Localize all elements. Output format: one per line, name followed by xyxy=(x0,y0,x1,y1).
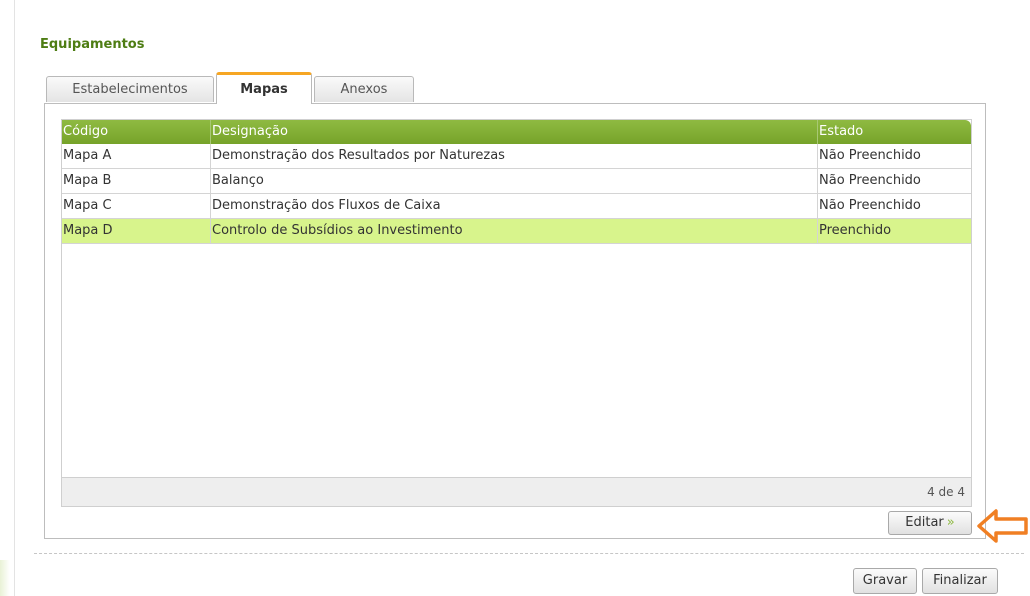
cell-designacao: Balanço xyxy=(211,169,818,193)
cell-codigo: Mapa B xyxy=(62,169,211,193)
arrow-left-icon xyxy=(977,509,1028,543)
cell-designacao: Demonstração dos Fluxos de Caixa xyxy=(211,194,818,218)
maps-grid: Código Designação Estado Mapa A Demonstr… xyxy=(61,119,972,507)
tab-panel: Código Designação Estado Mapa A Demonstr… xyxy=(44,103,986,539)
cell-codigo: Mapa A xyxy=(62,144,211,168)
cell-codigo: Mapa C xyxy=(62,194,211,218)
tab-anexos[interactable]: Anexos xyxy=(314,76,414,102)
tab-mapas[interactable]: Mapas xyxy=(216,72,312,104)
cell-designacao: Demonstração dos Resultados por Natureza… xyxy=(211,144,818,168)
left-divider xyxy=(14,0,15,596)
edit-button[interactable]: Editar» xyxy=(888,511,972,535)
table-row[interactable]: Mapa A Demonstração dos Resultados por N… xyxy=(62,144,971,169)
table-row-selected[interactable]: Mapa D Controlo de Subsídios ao Investim… xyxy=(62,219,971,244)
left-accent xyxy=(0,560,10,596)
save-button[interactable]: Gravar xyxy=(853,568,917,594)
finish-button[interactable]: Finalizar xyxy=(922,568,998,594)
column-header-designacao[interactable]: Designação xyxy=(211,120,818,144)
tab-estabelecimentos[interactable]: Estabelecimentos xyxy=(46,76,214,102)
table-row[interactable]: Mapa C Demonstração dos Fluxos de Caixa … xyxy=(62,194,971,219)
cell-designacao: Controlo de Subsídios ao Investimento xyxy=(211,219,818,243)
grid-header: Código Designação Estado xyxy=(62,120,971,144)
edit-button-label: Editar xyxy=(905,515,944,530)
column-header-estado[interactable]: Estado xyxy=(818,120,971,144)
cell-estado: Não Preenchido xyxy=(819,173,921,188)
cell-estado: Não Preenchido xyxy=(819,198,921,213)
page: Equipamentos Estabelecimentos Mapas Anex… xyxy=(0,0,1030,596)
pager-count: 4 de 4 xyxy=(927,485,965,499)
grid-pager: 4 de 4 xyxy=(61,477,972,507)
cell-estado: Preenchido xyxy=(819,223,892,238)
section-divider xyxy=(34,553,1024,554)
column-header-codigo[interactable]: Código xyxy=(62,120,211,144)
table-row[interactable]: Mapa B Balanço Não Preenchido xyxy=(62,169,971,194)
cell-codigo: Mapa D xyxy=(62,219,211,243)
cell-estado: Não Preenchido xyxy=(819,148,921,163)
section-title: Equipamentos xyxy=(40,37,145,52)
chevron-right-double-icon: » xyxy=(946,515,955,530)
